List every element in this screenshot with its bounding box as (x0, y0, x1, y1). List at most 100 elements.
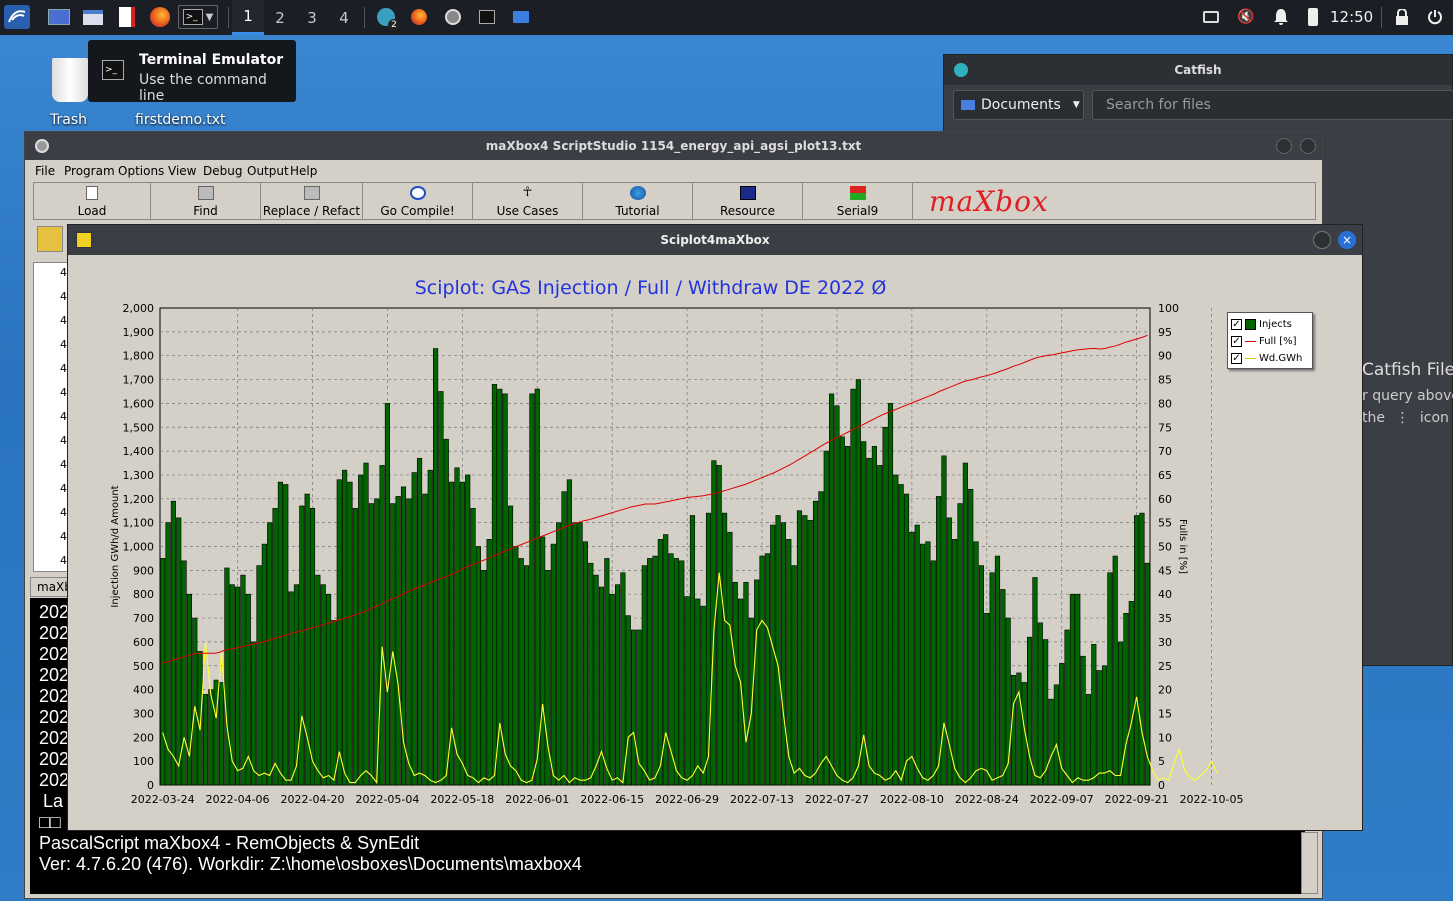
show-desktop-icon[interactable] (47, 5, 71, 29)
y-tick-label: 600 (133, 636, 154, 649)
menu-debug[interactable]: Debug (203, 164, 242, 178)
injects-bar (465, 474, 471, 786)
console-line: 202 (39, 749, 70, 769)
firefox-icon[interactable] (148, 5, 172, 29)
checkbox[interactable]: ✓ (1231, 352, 1242, 364)
injects-bar (1091, 643, 1097, 786)
tutorial-button[interactable]: Tutorial (583, 183, 693, 219)
terminal-window-icon[interactable] (476, 5, 498, 29)
load-button[interactable]: Load (34, 183, 151, 219)
chevron-down-icon[interactable]: ▼ (206, 12, 214, 23)
folder-window-icon[interactable] (510, 5, 532, 29)
find-label: Find (193, 204, 218, 218)
injects-bar (898, 484, 904, 786)
trash-icon[interactable] (52, 58, 88, 102)
file-manager-icon[interactable] (81, 5, 105, 29)
workspace-1[interactable]: 1 (232, 0, 264, 35)
console-info-line: PascalScript maXbox4 - RemObjects & SynE… (39, 833, 420, 853)
y-tick-label: 400 (133, 684, 154, 697)
injects-bar (384, 403, 391, 786)
injects-bar (352, 508, 358, 786)
y2-axis-label: Fulls in [%] (1177, 519, 1188, 574)
power-icon[interactable] (1424, 5, 1446, 29)
resource-icon (739, 186, 756, 200)
battery-icon[interactable] (1306, 5, 1320, 29)
line-number: 4 (60, 362, 67, 375)
injects-bar (1128, 601, 1134, 786)
workspace-3[interactable]: 3 (296, 0, 328, 35)
workspace-4[interactable]: 4 (328, 0, 360, 35)
x-tick-label: 2022-07-27 (805, 793, 869, 806)
search-input[interactable]: Search for files (1092, 90, 1453, 120)
x-tick-label: 2022-09-21 (1105, 793, 1169, 806)
injects-bar (229, 584, 235, 786)
legend-item-full[interactable]: ✓ Full [%] (1231, 333, 1297, 349)
injects-bar (588, 562, 594, 786)
injects-bar (925, 541, 931, 786)
bell-icon[interactable] (1270, 5, 1292, 29)
menu-view[interactable]: View (168, 164, 196, 178)
terminal-icon: >_ (102, 60, 124, 80)
usecases-button[interactable]: ☥ Use Cases (473, 183, 583, 219)
injects-bar (406, 498, 412, 786)
open-file-button[interactable] (37, 226, 63, 252)
injects-bar (550, 543, 556, 786)
menu-file[interactable]: File (35, 164, 55, 178)
close-button[interactable] (1300, 138, 1316, 154)
kali-menu-icon[interactable] (4, 5, 30, 29)
injects-bar (786, 539, 792, 786)
arrows-icon (849, 186, 866, 200)
injects-bar (973, 541, 979, 786)
injects-bar (679, 560, 685, 786)
legend-item-injects[interactable]: ✓ Injects (1231, 316, 1292, 332)
injects-bar (866, 457, 872, 786)
injects-bar (962, 462, 968, 786)
checkbox[interactable]: ✓ (1231, 318, 1242, 330)
clock[interactable]: 12:50 (1330, 0, 1373, 35)
terminal-icon[interactable]: >_ ▼ (178, 5, 218, 29)
injects-bar (523, 565, 530, 786)
injects-bar (331, 620, 337, 786)
injects-bar (861, 441, 867, 786)
maxbox-window-icon[interactable] (442, 5, 464, 29)
injects-bar (438, 391, 444, 786)
display-icon[interactable] (1200, 5, 1222, 29)
injects-bar (224, 567, 230, 786)
injects-bar (304, 493, 310, 786)
compile-button[interactable]: Go Compile! (363, 183, 473, 219)
mute-icon[interactable]: 🔇 (1235, 5, 1257, 29)
injects-bar (1037, 622, 1043, 786)
find-button[interactable]: Find (151, 183, 261, 219)
line-number: 4 (60, 290, 67, 303)
folder-icon (961, 100, 975, 110)
menu-output[interactable]: Output (247, 164, 289, 178)
injects-bar (764, 553, 770, 786)
menu-help[interactable]: Help (290, 164, 317, 178)
serial-button[interactable]: Serial9 (803, 183, 913, 219)
injects-bar (689, 515, 696, 786)
location-select[interactable]: Documents ▼ (953, 90, 1084, 120)
app-badge-icon[interactable]: 2 (374, 5, 400, 31)
checkbox[interactable]: ✓ (1231, 335, 1242, 347)
y-tick-label: 800 (133, 588, 154, 601)
load-label: Load (77, 204, 107, 218)
firefox-window-icon[interactable] (408, 5, 430, 29)
menu-options[interactable]: Options (118, 164, 164, 178)
minimize-button[interactable] (1276, 138, 1292, 154)
legend-swatch-line (1245, 357, 1256, 359)
resource-button[interactable]: Resource (693, 183, 803, 219)
console-version-line: Ver: 4.7.6.20 (476). Workdir: Z:\home\os… (39, 854, 582, 874)
tooltip: >_ Terminal Emulator Use the command lin… (88, 40, 296, 104)
text-editor-icon[interactable] (116, 5, 138, 29)
lock-icon[interactable] (1392, 5, 1412, 29)
legend-item-withdraw[interactable]: ✓ Wd.GWh (1231, 350, 1302, 366)
replace-button[interactable]: Replace / Refact (261, 183, 363, 219)
menu-program[interactable]: Program (64, 164, 115, 178)
console-scrollbar[interactable] (1301, 832, 1318, 894)
injects-bar (802, 515, 808, 786)
injects-bar (347, 481, 353, 786)
legend-label: Wd.GWh (1259, 352, 1303, 364)
line-number: 4 (60, 458, 67, 471)
injects-bar (582, 541, 589, 786)
workspace-2[interactable]: 2 (264, 0, 296, 35)
